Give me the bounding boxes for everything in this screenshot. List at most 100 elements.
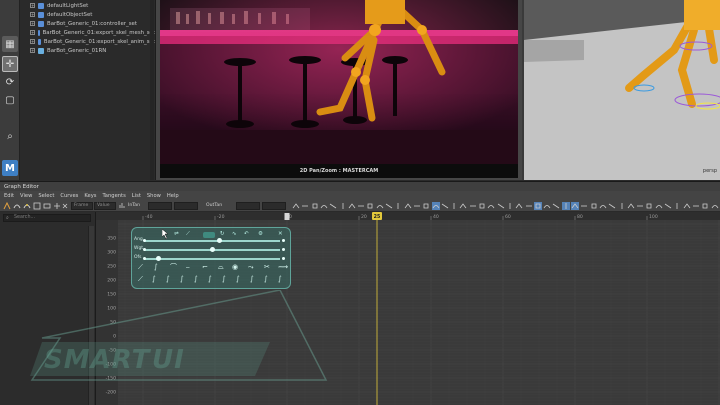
ease-6-icon[interactable]: ∫ <box>208 276 212 283</box>
select-key-icon[interactable] <box>3 202 11 210</box>
expand-icon[interactable]: + <box>30 48 35 53</box>
snap-keys-icon[interactable] <box>533 202 542 210</box>
ease-4-icon[interactable]: ∫ <box>180 276 184 283</box>
tangent-linear-icon[interactable] <box>357 202 365 210</box>
menu-select[interactable]: Select <box>38 193 54 199</box>
snap-icon[interactable] <box>61 202 69 210</box>
tangent-spline-icon[interactable] <box>339 202 347 210</box>
flatten-icon[interactable]: ⟋ <box>186 231 190 237</box>
filters-icon[interactable] <box>655 202 663 210</box>
out-tangent-field[interactable] <box>236 202 260 210</box>
move-key-icon[interactable] <box>13 202 21 210</box>
key-display-icon[interactable] <box>571 202 579 210</box>
menu-curves[interactable]: Curves <box>60 193 78 199</box>
settings-icon[interactable]: ⚙ <box>258 231 263 237</box>
frame-field[interactable]: Frame <box>71 202 93 210</box>
curve-display-icon[interactable] <box>561 202 570 210</box>
oscillate-icon[interactable] <box>515 202 523 210</box>
simplify-icon[interactable] <box>683 202 691 210</box>
menu-help[interactable]: Help <box>167 193 179 199</box>
auto-tangent-icon[interactable]: ◉ <box>232 264 238 271</box>
slider-track[interactable] <box>144 240 280 242</box>
search-tool-icon[interactable]: ⌕ <box>2 128 18 144</box>
move-tool-icon[interactable]: ✛ <box>2 56 18 72</box>
graph-options-icon[interactable] <box>711 202 719 210</box>
spline-tangent-icon[interactable]: ∫ <box>154 264 158 271</box>
scale-tool-icon[interactable]: ▢ <box>2 92 18 108</box>
menu-list[interactable]: List <box>132 193 141 199</box>
retime-tool-icon[interactable] <box>590 202 598 210</box>
tangent-display-icon[interactable] <box>580 202 588 210</box>
tangent-flat-icon[interactable] <box>366 202 374 210</box>
insert-key-icon[interactable] <box>23 202 31 210</box>
mirror-icon[interactable]: ⇌ <box>174 231 179 237</box>
outliner-item[interactable]: + BarBot_Generic_01RN <box>20 46 155 55</box>
camera-viewport[interactable] <box>160 0 518 164</box>
outliner-item[interactable]: + BarBot_Generic_01:controller_set <box>20 19 155 28</box>
menu-tangents[interactable]: Tangents <box>103 193 126 199</box>
time-snap-icon[interactable] <box>543 202 551 210</box>
ease-3-icon[interactable]: ∫ <box>166 276 170 283</box>
free-weight-icon[interactable] <box>413 202 421 210</box>
lock-weight-icon[interactable] <box>422 202 430 210</box>
slider-track[interactable] <box>144 258 280 260</box>
load-selected-icon[interactable] <box>627 202 635 210</box>
expand-icon[interactable]: + <box>30 3 35 8</box>
slider-knob[interactable] <box>155 256 161 261</box>
value-field[interactable]: Value <box>94 202 116 210</box>
buffer-curve-icon[interactable] <box>431 202 440 210</box>
ease-2-icon[interactable]: ∫ <box>152 276 156 283</box>
rotate-tool-icon[interactable]: ⟳ <box>2 74 18 90</box>
outliner-item[interactable]: + defaultObjectSet <box>20 10 155 19</box>
slider-knob[interactable] <box>210 247 215 252</box>
region-key-icon[interactable] <box>43 202 51 210</box>
normalize-icon[interactable] <box>459 202 467 210</box>
isolate-icon[interactable] <box>599 202 607 210</box>
plateau-tangent-icon[interactable]: ⌓ <box>218 264 224 271</box>
select-tool-icon[interactable]: ▦ <box>2 36 18 52</box>
outliner-item[interactable]: + defaultLightSet <box>20 1 155 10</box>
expand-icon[interactable]: + <box>30 12 35 17</box>
retime-icon[interactable] <box>53 202 61 210</box>
smart-ui-popup[interactable]: ⇌ ⟋ ↻ ∿ ↶ ⚙ ✕ Ang Wgt Ofs ⟋ ∫ ⌒ ⎯ ⌐ ⌓ ◉ ⤳ … <box>131 227 291 289</box>
break-tangents-icon[interactable] <box>394 202 402 210</box>
stepped-tangent-icon[interactable]: ⌐ <box>202 264 208 271</box>
menu-edit[interactable]: Edit <box>4 193 14 199</box>
stats-icon[interactable] <box>118 202 126 210</box>
linear-tangent-icon[interactable]: ⟋ <box>138 264 143 271</box>
center-current-icon[interactable] <box>320 202 328 210</box>
auto-load-icon[interactable] <box>618 202 626 210</box>
lock-channel-icon[interactable] <box>636 202 644 210</box>
out-weight-field[interactable] <box>262 202 286 210</box>
wave-icon[interactable]: ∿ <box>232 231 237 237</box>
ease-9-icon[interactable]: ∫ <box>250 276 254 283</box>
flat-tangent-icon[interactable]: ⎯ <box>186 264 190 271</box>
value-snap-icon[interactable] <box>552 202 560 210</box>
unify-tangent-icon[interactable]: ⟿ <box>278 264 288 271</box>
outliner-item[interactable]: + BarBot_Generic_01:export_skel_anim_set <box>20 37 155 46</box>
resample-icon[interactable] <box>701 202 709 210</box>
tangent-step-icon[interactable] <box>376 202 384 210</box>
ease-1-icon[interactable]: ⟋ <box>138 276 143 283</box>
outliner-scrollbar[interactable] <box>150 0 154 180</box>
graph-editor-search[interactable]: ⌕ Search... <box>3 214 91 222</box>
weighted-tangent-icon[interactable]: ⤳ <box>248 264 254 271</box>
ease-8-icon[interactable]: ∫ <box>236 276 240 283</box>
ease-11-icon[interactable]: ∫ <box>278 276 282 283</box>
break-tangent-icon[interactable]: ✂ <box>264 264 270 271</box>
slider-knob[interactable] <box>216 238 222 243</box>
unify-tangents-icon[interactable] <box>404 202 412 210</box>
outliner-item[interactable]: + BarBot_Generic_01:export_skel_mesh_set <box>20 28 155 37</box>
tangent-clamped-icon[interactable] <box>348 202 356 210</box>
show-results-icon[interactable] <box>664 202 672 210</box>
mute-channel-icon[interactable] <box>645 202 653 210</box>
infinity-icon[interactable] <box>469 202 477 210</box>
in-weight-field[interactable] <box>174 202 198 210</box>
post-infinity-icon[interactable] <box>487 202 495 210</box>
close-icon[interactable]: ✕ <box>278 231 283 237</box>
reset-icon[interactable]: ↻ <box>220 231 225 237</box>
popup-drag-handle[interactable] <box>203 232 215 238</box>
mash-icon[interactable]: M <box>2 160 18 176</box>
channel-sync-icon[interactable] <box>608 202 616 210</box>
ease-5-icon[interactable]: ∫ <box>194 276 198 283</box>
